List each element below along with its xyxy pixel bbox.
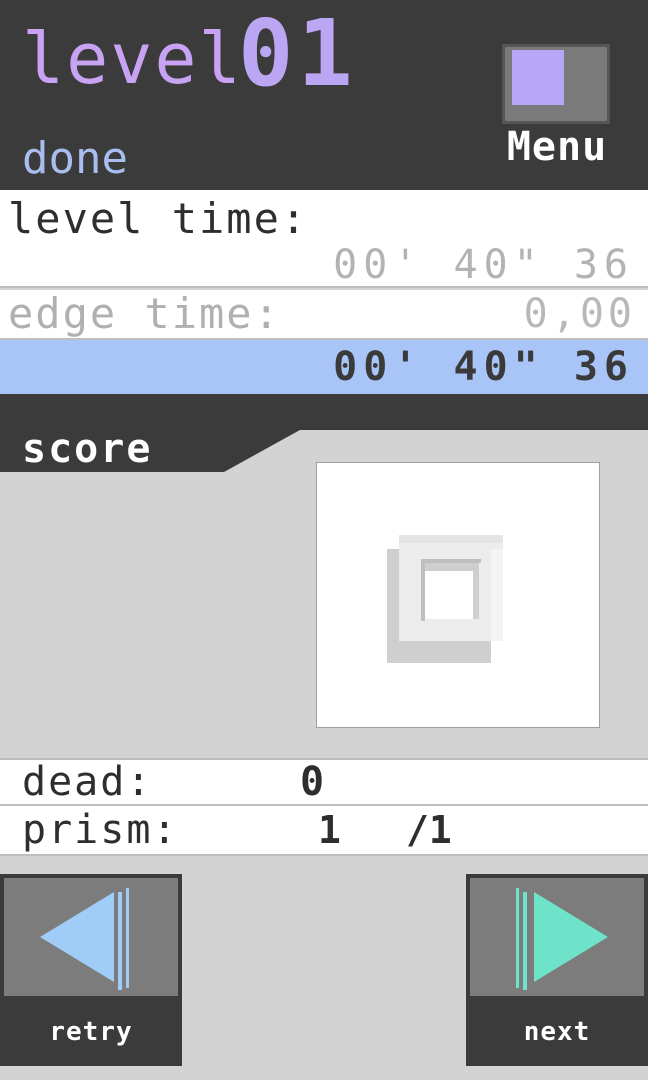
- level-time-value: 00' 40" 36: [333, 242, 634, 288]
- retry-label: retry: [49, 1017, 133, 1047]
- square-frame-icon: [387, 535, 503, 663]
- score-label: score: [22, 426, 153, 472]
- prism-row: prism: 1 /1: [0, 806, 648, 856]
- level-status: done: [22, 133, 128, 184]
- square-icon: [512, 50, 564, 105]
- level-time-label: level time:: [8, 194, 309, 243]
- level-number: 01: [238, 0, 357, 107]
- prism-value: 1: [318, 808, 341, 852]
- dead-value: 0: [300, 759, 325, 805]
- edge-time-row: edge time: 0,00: [0, 290, 648, 340]
- dead-row: dead: 0: [0, 758, 648, 806]
- next-button[interactable]: next: [466, 874, 648, 1066]
- next-icon-panel: [470, 878, 644, 996]
- score-rank-panel: [316, 462, 600, 728]
- play-arrow-icon: [516, 888, 608, 990]
- section-divider: [0, 394, 648, 430]
- dead-label: dead:: [22, 759, 153, 805]
- menu-button[interactable]: Menu: [484, 40, 630, 170]
- level-label: level: [22, 18, 243, 100]
- menu-label: Menu: [506, 124, 608, 170]
- prism-label: prism:: [22, 807, 179, 853]
- level-time-row: level time: 00' 40" 36: [0, 190, 648, 288]
- retry-button[interactable]: retry: [0, 874, 182, 1066]
- rewind-arrow-icon: [40, 888, 129, 990]
- next-label: next: [523, 1017, 591, 1047]
- total-time-value: 00' 40" 36: [333, 344, 634, 390]
- retry-icon-panel: [4, 878, 178, 996]
- edge-time-label: edge time:: [8, 289, 281, 338]
- prism-total: /1: [406, 808, 452, 852]
- edge-time-value: 0,00: [523, 291, 636, 337]
- total-time-row: 00' 40" 36: [0, 340, 648, 394]
